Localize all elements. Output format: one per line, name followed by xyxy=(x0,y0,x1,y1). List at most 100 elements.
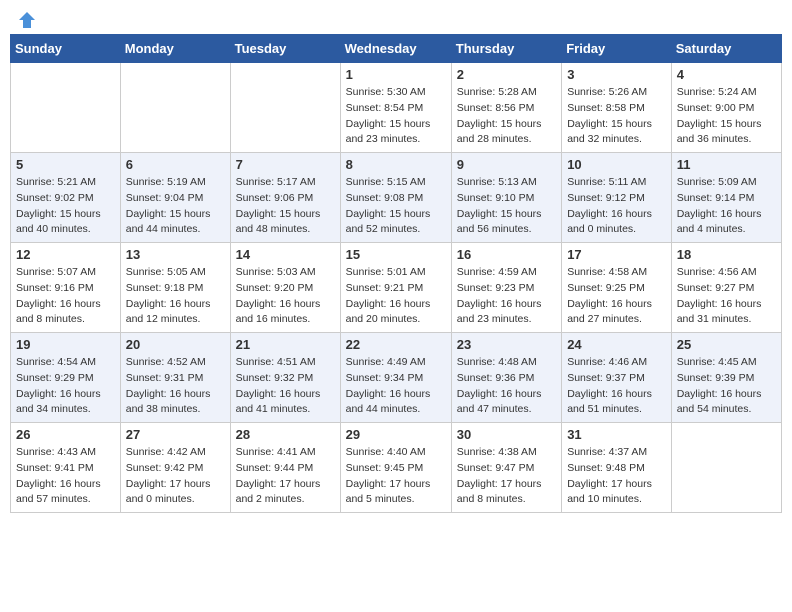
calendar-cell: 11 Sunrise: 5:09 AM Sunset: 9:14 PM Dayli… xyxy=(671,153,781,243)
calendar-cell: 12 Sunrise: 5:07 AM Sunset: 9:16 PM Dayli… xyxy=(11,243,121,333)
logo-icon xyxy=(17,10,37,30)
day-number: 17 xyxy=(567,247,666,262)
day-info: Sunrise: 5:09 AM Sunset: 9:14 PM Dayligh… xyxy=(677,175,776,238)
calendar-cell: 15 Sunrise: 5:01 AM Sunset: 9:21 PM Dayli… xyxy=(340,243,451,333)
day-number: 2 xyxy=(457,67,556,82)
day-info: Sunrise: 4:54 AM Sunset: 9:29 PM Dayligh… xyxy=(16,355,115,418)
col-header-thursday: Thursday xyxy=(451,35,561,63)
day-number: 23 xyxy=(457,337,556,352)
day-number: 7 xyxy=(236,157,335,172)
calendar-header-row: SundayMondayTuesdayWednesdayThursdayFrid… xyxy=(11,35,782,63)
day-number: 12 xyxy=(16,247,115,262)
day-number: 3 xyxy=(567,67,666,82)
calendar-cell: 2 Sunrise: 5:28 AM Sunset: 8:56 PM Daylig… xyxy=(451,63,561,153)
calendar-cell: 5 Sunrise: 5:21 AM Sunset: 9:02 PM Daylig… xyxy=(11,153,121,243)
calendar-cell: 29 Sunrise: 4:40 AM Sunset: 9:45 PM Dayli… xyxy=(340,423,451,513)
col-header-tuesday: Tuesday xyxy=(230,35,340,63)
calendar-cell: 9 Sunrise: 5:13 AM Sunset: 9:10 PM Daylig… xyxy=(451,153,561,243)
day-number: 21 xyxy=(236,337,335,352)
day-info: Sunrise: 5:01 AM Sunset: 9:21 PM Dayligh… xyxy=(346,265,446,328)
day-info: Sunrise: 5:07 AM Sunset: 9:16 PM Dayligh… xyxy=(16,265,115,328)
day-number: 25 xyxy=(677,337,776,352)
calendar-cell: 14Sunrise: 5:03 AM Sunset: 9:20 PM Dayli… xyxy=(230,243,340,333)
calendar-cell: 31Sunrise: 4:37 AM Sunset: 9:48 PM Dayli… xyxy=(562,423,672,513)
day-number: 5 xyxy=(16,157,115,172)
col-header-monday: Monday xyxy=(120,35,230,63)
calendar-cell: 19 Sunrise: 4:54 AM Sunset: 9:29 PM Dayli… xyxy=(11,333,121,423)
day-info: Sunrise: 4:41 AM Sunset: 9:44 PM Dayligh… xyxy=(236,445,335,508)
calendar-cell: 8Sunrise: 5:15 AM Sunset: 9:08 PM Daylig… xyxy=(340,153,451,243)
day-number: 9 xyxy=(457,157,556,172)
col-header-saturday: Saturday xyxy=(671,35,781,63)
calendar-cell: 18Sunrise: 4:56 AM Sunset: 9:27 PM Dayli… xyxy=(671,243,781,333)
day-info: Sunrise: 4:40 AM Sunset: 9:45 PM Dayligh… xyxy=(346,445,446,508)
day-info: Sunrise: 5:26 AM Sunset: 8:58 PM Dayligh… xyxy=(567,85,666,148)
calendar-cell: 6 Sunrise: 5:19 AM Sunset: 9:04 PM Daylig… xyxy=(120,153,230,243)
day-number: 11 xyxy=(677,157,776,172)
day-info: Sunrise: 4:52 AM Sunset: 9:31 PM Dayligh… xyxy=(126,355,225,418)
calendar-cell: 17 Sunrise: 4:58 AM Sunset: 9:25 PM Dayli… xyxy=(562,243,672,333)
day-number: 24 xyxy=(567,337,666,352)
day-info: Sunrise: 4:42 AM Sunset: 9:42 PM Dayligh… xyxy=(126,445,225,508)
day-info: Sunrise: 5:21 AM Sunset: 9:02 PM Dayligh… xyxy=(16,175,115,238)
day-info: Sunrise: 5:13 AM Sunset: 9:10 PM Dayligh… xyxy=(457,175,556,238)
calendar-cell xyxy=(11,63,121,153)
calendar-table: SundayMondayTuesdayWednesdayThursdayFrid… xyxy=(10,34,782,513)
calendar-cell: 26 Sunrise: 4:43 AM Sunset: 9:41 PM Dayli… xyxy=(11,423,121,513)
calendar-cell: 13Sunrise: 5:05 AM Sunset: 9:18 PM Dayli… xyxy=(120,243,230,333)
day-info: Sunrise: 5:19 AM Sunset: 9:04 PM Dayligh… xyxy=(126,175,225,238)
day-info: Sunrise: 5:30 AM Sunset: 8:54 PM Dayligh… xyxy=(346,85,446,148)
day-info: Sunrise: 4:37 AM Sunset: 9:48 PM Dayligh… xyxy=(567,445,666,508)
day-info: Sunrise: 4:58 AM Sunset: 9:25 PM Dayligh… xyxy=(567,265,666,328)
col-header-wednesday: Wednesday xyxy=(340,35,451,63)
day-number: 29 xyxy=(346,427,446,442)
day-number: 1 xyxy=(346,67,446,82)
day-number: 19 xyxy=(16,337,115,352)
calendar-cell: 24 Sunrise: 4:46 AM Sunset: 9:37 PM Dayli… xyxy=(562,333,672,423)
calendar-cell: 3 Sunrise: 5:26 AM Sunset: 8:58 PM Daylig… xyxy=(562,63,672,153)
day-number: 6 xyxy=(126,157,225,172)
page-header xyxy=(10,10,782,24)
day-info: Sunrise: 4:59 AM Sunset: 9:23 PM Dayligh… xyxy=(457,265,556,328)
calendar-cell xyxy=(230,63,340,153)
calendar-cell xyxy=(671,423,781,513)
calendar-week-row: 26 Sunrise: 4:43 AM Sunset: 9:41 PM Dayli… xyxy=(11,423,782,513)
day-info: Sunrise: 4:46 AM Sunset: 9:37 PM Dayligh… xyxy=(567,355,666,418)
day-number: 4 xyxy=(677,67,776,82)
day-number: 30 xyxy=(457,427,556,442)
day-info: Sunrise: 4:45 AM Sunset: 9:39 PM Dayligh… xyxy=(677,355,776,418)
col-header-sunday: Sunday xyxy=(11,35,121,63)
day-info: Sunrise: 4:51 AM Sunset: 9:32 PM Dayligh… xyxy=(236,355,335,418)
calendar-cell: 7 Sunrise: 5:17 AM Sunset: 9:06 PM Daylig… xyxy=(230,153,340,243)
day-number: 27 xyxy=(126,427,225,442)
day-info: Sunrise: 5:28 AM Sunset: 8:56 PM Dayligh… xyxy=(457,85,556,148)
calendar-cell: 16Sunrise: 4:59 AM Sunset: 9:23 PM Dayli… xyxy=(451,243,561,333)
day-number: 26 xyxy=(16,427,115,442)
col-header-friday: Friday xyxy=(562,35,672,63)
day-info: Sunrise: 5:03 AM Sunset: 9:20 PM Dayligh… xyxy=(236,265,335,328)
day-number: 15 xyxy=(346,247,446,262)
day-number: 22 xyxy=(346,337,446,352)
day-number: 20 xyxy=(126,337,225,352)
calendar-week-row: 19 Sunrise: 4:54 AM Sunset: 9:29 PM Dayli… xyxy=(11,333,782,423)
logo xyxy=(15,10,37,24)
day-number: 8 xyxy=(346,157,446,172)
day-number: 18 xyxy=(677,247,776,262)
calendar-cell: 22Sunrise: 4:49 AM Sunset: 9:34 PM Dayli… xyxy=(340,333,451,423)
day-info: Sunrise: 5:11 AM Sunset: 9:12 PM Dayligh… xyxy=(567,175,666,238)
calendar-cell: 28 Sunrise: 4:41 AM Sunset: 9:44 PM Dayli… xyxy=(230,423,340,513)
day-info: Sunrise: 5:17 AM Sunset: 9:06 PM Dayligh… xyxy=(236,175,335,238)
calendar-cell: 25 Sunrise: 4:45 AM Sunset: 9:39 PM Dayli… xyxy=(671,333,781,423)
day-info: Sunrise: 4:38 AM Sunset: 9:47 PM Dayligh… xyxy=(457,445,556,508)
calendar-cell: 21 Sunrise: 4:51 AM Sunset: 9:32 PM Dayli… xyxy=(230,333,340,423)
calendar-cell: 23 Sunrise: 4:48 AM Sunset: 9:36 PM Dayli… xyxy=(451,333,561,423)
day-info: Sunrise: 4:48 AM Sunset: 9:36 PM Dayligh… xyxy=(457,355,556,418)
day-info: Sunrise: 5:05 AM Sunset: 9:18 PM Dayligh… xyxy=(126,265,225,328)
calendar-week-row: 12 Sunrise: 5:07 AM Sunset: 9:16 PM Dayli… xyxy=(11,243,782,333)
calendar-cell: 20 Sunrise: 4:52 AM Sunset: 9:31 PM Dayli… xyxy=(120,333,230,423)
calendar-cell xyxy=(120,63,230,153)
day-info: Sunrise: 4:43 AM Sunset: 9:41 PM Dayligh… xyxy=(16,445,115,508)
day-number: 28 xyxy=(236,427,335,442)
calendar-cell: 10Sunrise: 5:11 AM Sunset: 9:12 PM Dayli… xyxy=(562,153,672,243)
calendar-cell: 30 Sunrise: 4:38 AM Sunset: 9:47 PM Dayli… xyxy=(451,423,561,513)
